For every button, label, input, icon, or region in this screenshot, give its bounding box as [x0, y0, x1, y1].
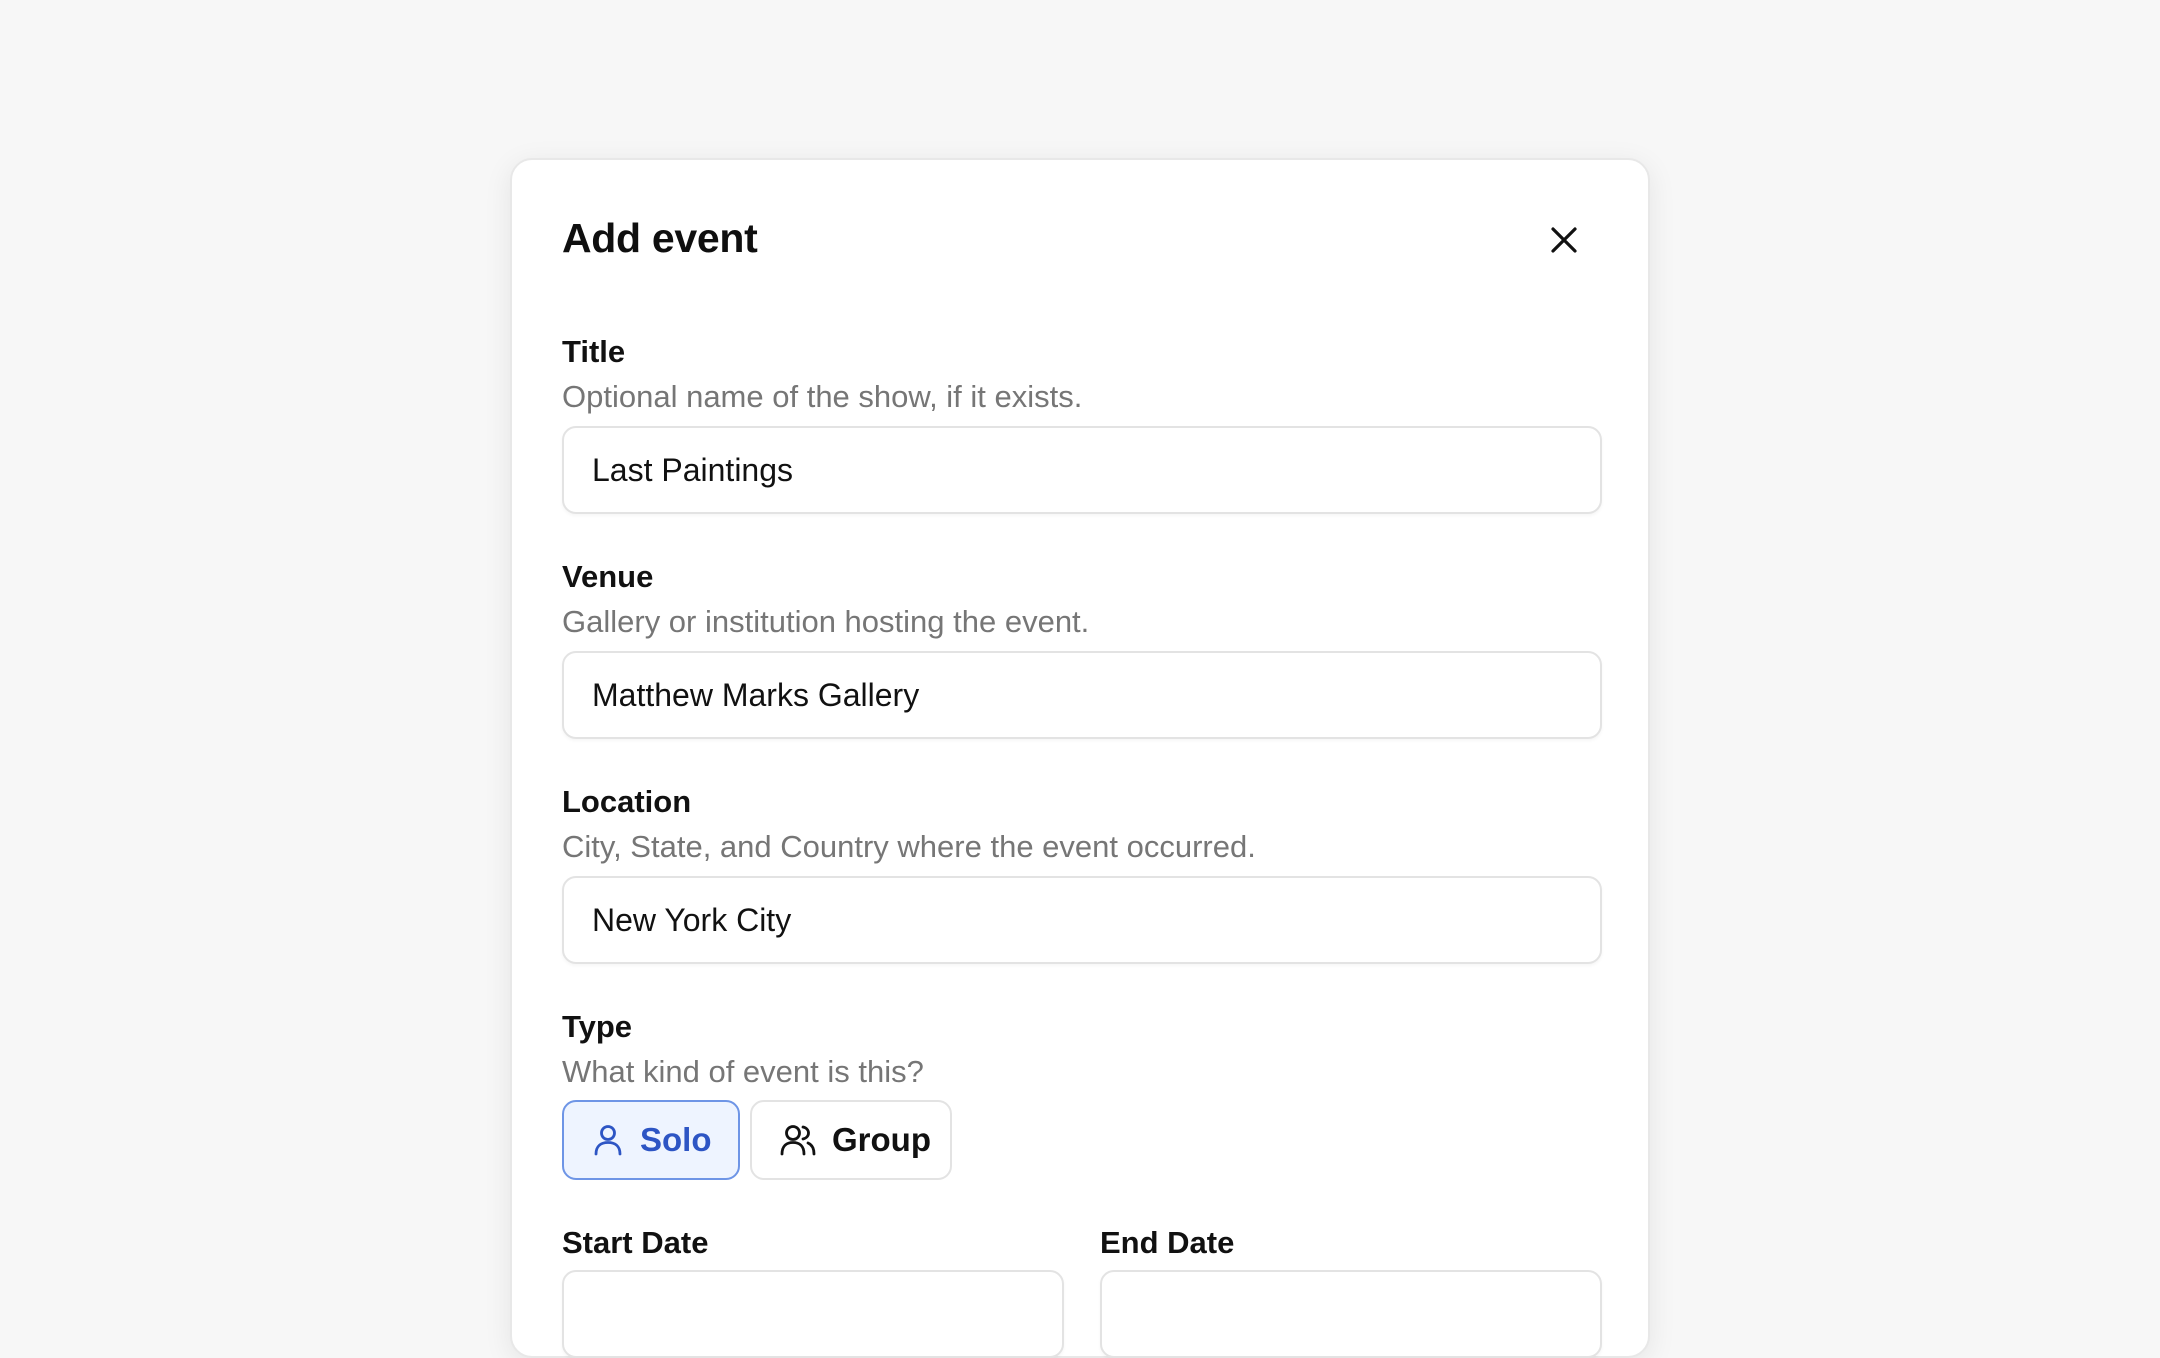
- close-button[interactable]: [1542, 218, 1586, 262]
- title-help: Optional name of the show, if it exists.: [562, 379, 1083, 414]
- venue-help: Gallery or institution hosting the event…: [562, 604, 1090, 639]
- title-input[interactable]: [562, 426, 1602, 514]
- title-label: Title: [562, 334, 626, 369]
- type-option-group[interactable]: Group: [750, 1100, 952, 1180]
- venue-input[interactable]: [562, 651, 1602, 739]
- end-date-input[interactable]: [1100, 1270, 1602, 1358]
- type-help: What kind of event is this?: [562, 1054, 924, 1089]
- close-icon: [1551, 227, 1577, 253]
- venue-label: Venue: [562, 559, 654, 594]
- end-date-label: End Date: [1100, 1225, 1235, 1260]
- modal-title: Add event: [562, 215, 758, 261]
- location-help: City, State, and Country where the event…: [562, 829, 1256, 864]
- users-icon: [780, 1125, 816, 1156]
- location-label: Location: [562, 784, 692, 819]
- user-icon: [594, 1125, 622, 1156]
- type-option-group-label: Group: [832, 1121, 931, 1158]
- type-option-solo[interactable]: Solo: [562, 1100, 740, 1180]
- start-date-input[interactable]: [562, 1270, 1064, 1358]
- location-input[interactable]: [562, 876, 1602, 964]
- type-label: Type: [562, 1009, 633, 1044]
- type-option-solo-label: Solo: [640, 1121, 712, 1158]
- start-date-label: Start Date: [562, 1225, 709, 1260]
- add-event-modal: Add event Title Optional name of the sho…: [510, 158, 1650, 1358]
